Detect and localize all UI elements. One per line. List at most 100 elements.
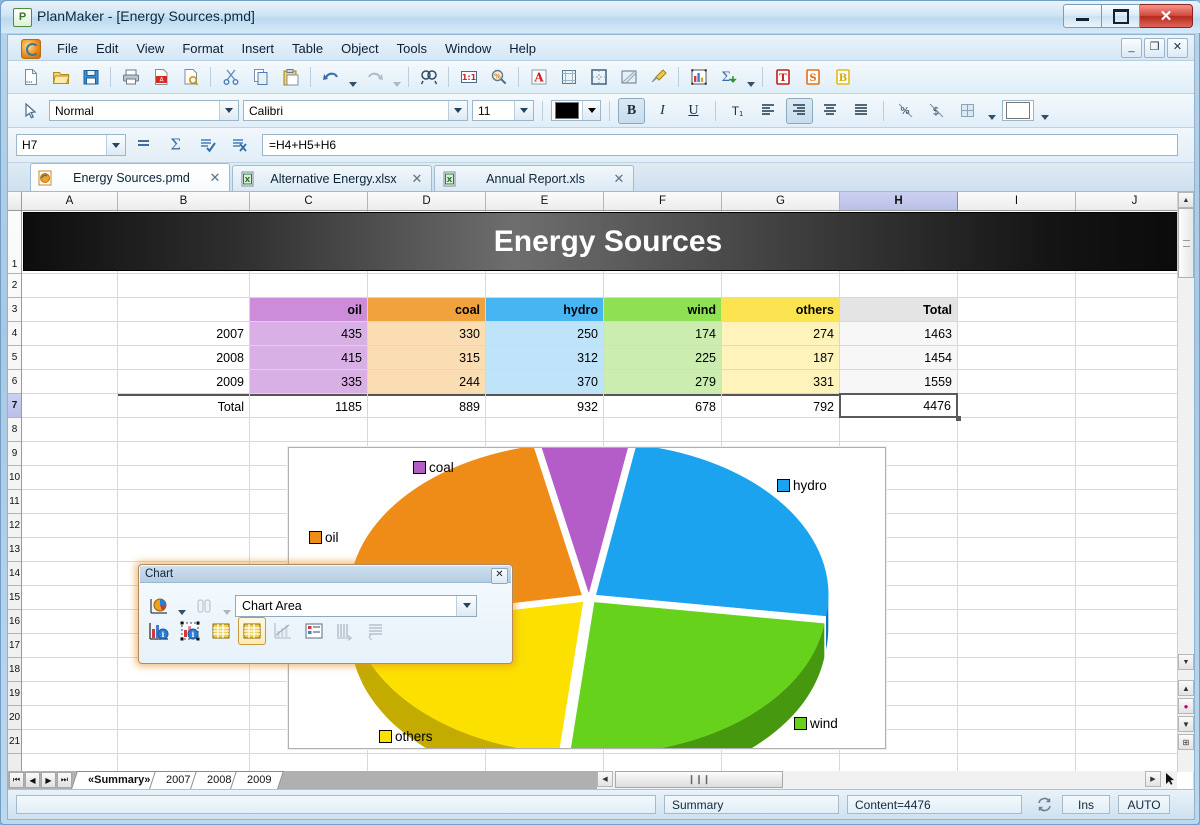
calc-mode-field[interactable]: AUTO [1118,795,1170,814]
table-row-year[interactable]: 2008 [118,346,249,369]
sum-list-icon[interactable] [130,132,158,158]
table-cell[interactable]: 415 [250,346,367,369]
cell-shading-dropdown-icon[interactable] [1038,94,1051,127]
document-tab-annual-report[interactable]: X Annual Report.xls ✕ [434,165,634,191]
table-total-cell[interactable]: 1185 [250,394,367,417]
last-sheet-icon[interactable]: ⏭ [57,772,72,788]
vertical-scroll-thumb[interactable] [1178,208,1194,278]
select-all-corner[interactable] [8,192,22,211]
format-selection-icon[interactable]: i [145,617,173,645]
chart-element-dropdown-icon[interactable] [456,595,476,616]
column-header-f[interactable]: F [604,192,722,210]
next-sheet-icon[interactable]: ▶ [41,772,56,788]
table-cell[interactable]: 312 [486,346,603,369]
column-header-b[interactable]: B [118,192,250,210]
find-icon[interactable] [414,63,443,91]
save-icon[interactable] [76,63,105,91]
resize-grip-icon[interactable] [1161,771,1177,787]
accept-formula-icon[interactable] [194,132,222,158]
data-labels-icon[interactable] [300,617,328,645]
spreadsheet-grid[interactable]: ABCDEFGHIJ 1 2 3 4 5 6 7 8 9 10 11 12 13 14 15 16 17 18 19… [8,192,1194,790]
prev-sheet-icon[interactable]: ◀ [25,772,40,788]
borders-dropdown-icon[interactable] [985,94,998,127]
percent-format-button[interactable]: % [892,98,919,124]
document-tab-close-icon[interactable]: ✕ [409,171,425,187]
currency-format-button[interactable]: $ [923,98,950,124]
scroll-left-button[interactable]: ◀ [597,771,613,787]
table-cell-total[interactable]: 1454 [840,346,957,369]
row-header-10[interactable]: 10 [8,466,21,490]
row-header-17[interactable]: 17 [8,634,21,658]
row-header-15[interactable]: 15 [8,586,21,610]
table-header-hydro[interactable]: hydro [486,298,603,321]
table-cell[interactable]: 174 [604,322,721,345]
menu-item-insert[interactable]: Insert [232,38,283,59]
zoom-icon[interactable]: % [484,63,513,91]
underline-button[interactable]: U [680,98,707,124]
split-down-button[interactable]: ▼ [1178,716,1194,732]
column-header-a[interactable]: A [22,192,118,210]
table-total-cell[interactable]: 932 [486,394,603,417]
table-total-cell[interactable]: 678 [604,394,721,417]
column-header-d[interactable]: D [368,192,486,210]
split-up-button[interactable]: ▲ [1178,680,1194,696]
chart-label-oil[interactable]: oil [309,530,339,545]
row-header-9[interactable]: 9 [8,442,21,466]
table-total-label[interactable]: Total [118,394,249,417]
column-header-i[interactable]: I [958,192,1076,210]
bookmark-button[interactable]: ● [1178,698,1194,714]
cell-shading-button[interactable] [1002,100,1034,121]
zoom-100-icon[interactable]: 1:1 [454,63,483,91]
table-cell[interactable]: 370 [486,370,603,393]
minimize-button[interactable] [1063,4,1102,28]
menu-item-help[interactable]: Help [500,38,545,59]
table-header-total[interactable]: Total [840,298,957,321]
table-row-year[interactable]: 2007 [118,322,249,345]
scroll-up-button[interactable]: ▲ [1178,192,1194,208]
chart-label-hydro[interactable]: hydro [777,478,827,493]
column-header-h[interactable]: H [840,192,958,210]
table-cell[interactable]: 244 [368,370,485,393]
table-cell[interactable]: 315 [368,346,485,369]
pdf-export-icon[interactable]: A [146,63,175,91]
paragraph-format-icon[interactable] [554,63,583,91]
row-header-16[interactable]: 16 [8,610,21,634]
menu-item-edit[interactable]: Edit [87,38,127,59]
font-size-dropdown-icon[interactable] [514,101,533,120]
row-header-14[interactable]: 14 [8,562,21,586]
paste-icon[interactable] [276,63,305,91]
cut-icon[interactable] [216,63,245,91]
row-header-1[interactable]: 1 [8,211,21,274]
fill-handle[interactable] [956,416,961,421]
table-cell[interactable]: 274 [722,322,839,345]
table-header-oil[interactable]: oil [250,298,367,321]
row-header-13[interactable]: 13 [8,538,21,562]
row-header-12[interactable]: 12 [8,514,21,538]
paragraph-style-dropdown-icon[interactable] [219,101,238,120]
menu-item-window[interactable]: Window [436,38,500,59]
copy-icon[interactable] [246,63,275,91]
textmaker-icon[interactable]: T [768,63,797,91]
mdi-close-button[interactable]: ✕ [1167,38,1188,58]
table-header-others[interactable]: others [722,298,839,321]
column-header-c[interactable]: C [250,192,368,210]
table-cell-total[interactable]: 1463 [840,322,957,345]
autosum-icon[interactable]: Σ [714,63,743,91]
print-preview-icon[interactable] [176,63,205,91]
superscript-button[interactable]: T₁ [724,98,751,124]
chart-label-others[interactable]: others [379,729,433,744]
close-button[interactable]: ✕ [1140,4,1193,28]
table-cell[interactable]: 279 [604,370,721,393]
table-header-coal[interactable]: coal [368,298,485,321]
split-pane-button[interactable]: ⊞ [1178,734,1194,750]
menu-item-view[interactable]: View [127,38,173,59]
table-cell[interactable]: 335 [250,370,367,393]
row-header-19[interactable]: 19 [8,682,21,706]
horizontal-scroll-thumb[interactable]: ❙❙❙ [615,771,783,788]
chart-element-combo[interactable]: Chart Area [235,594,477,617]
cancel-formula-icon[interactable] [226,132,254,158]
shading-icon[interactable] [614,63,643,91]
basic-icon[interactable]: B [828,63,857,91]
row-header-3[interactable]: 3 [8,298,21,322]
font-name-dropdown-icon[interactable] [448,101,467,120]
